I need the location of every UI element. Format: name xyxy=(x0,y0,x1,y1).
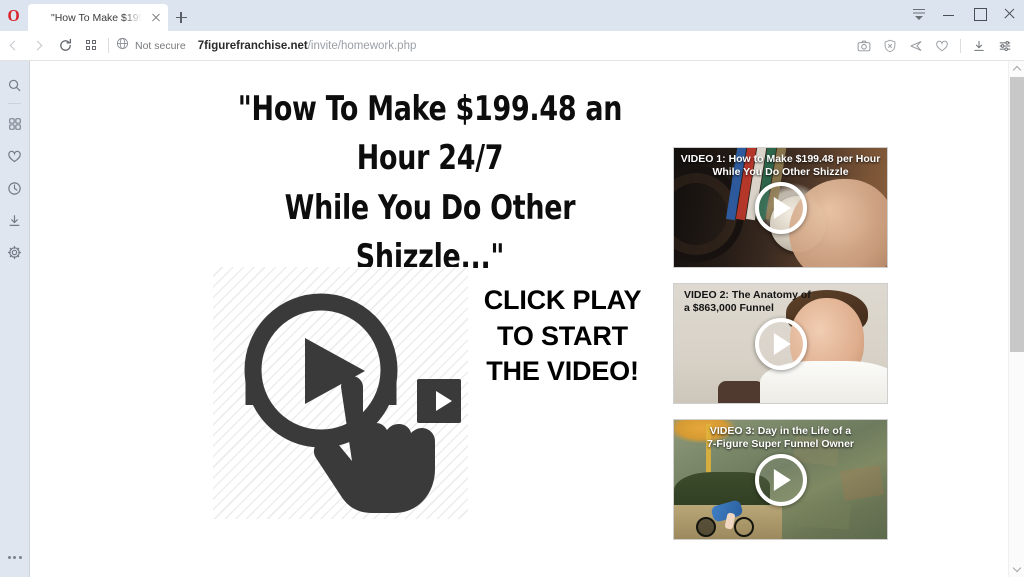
sidebar-item-settings[interactable] xyxy=(0,236,29,268)
flow-send-icon[interactable] xyxy=(903,33,929,59)
url-text: 7figurefranchise.net/invite/homework.php xyxy=(198,40,417,52)
browser-body: "How To Make $199.48 an Hour 24/7 While … xyxy=(0,61,1024,577)
video-1-caption: VIDEO 1: How to Make $199.48 per Hour Wh… xyxy=(680,153,881,179)
sidebar-item-extensions[interactable] xyxy=(0,108,29,140)
maximize-icon[interactable] xyxy=(964,0,994,27)
video-thumbnail-1[interactable]: VIDEO 1: How to Make $199.48 per Hour Wh… xyxy=(673,147,888,268)
toolbar-divider xyxy=(960,38,961,53)
tab-title: "How To Make $199.48 an xyxy=(51,11,143,24)
speed-dial-grid-icon[interactable] xyxy=(78,33,104,59)
browser-tab-active[interactable]: "How To Make $199.48 an xyxy=(28,4,168,31)
cta-click-play-text: CLICK PLAY TO START THE VIDEO! xyxy=(483,285,642,387)
history-clock-icon xyxy=(8,181,21,195)
extensions-grid-icon xyxy=(8,118,21,130)
reload-icon[interactable] xyxy=(52,33,78,59)
forward-arrow-icon[interactable] xyxy=(26,33,52,59)
sidebar-divider xyxy=(8,103,21,104)
download-icon[interactable] xyxy=(966,33,992,59)
sidebar xyxy=(0,61,29,577)
video-2-play-icon[interactable] xyxy=(754,317,807,370)
sidebar-item-downloads[interactable] xyxy=(0,204,29,236)
minimize-icon[interactable] xyxy=(934,0,964,27)
page-scrollbar[interactable] xyxy=(1008,61,1024,577)
address-bar: Not secure 7figurefranchise.net/invite/h… xyxy=(0,31,1024,61)
downloads-icon xyxy=(9,214,20,226)
page-headline: "How To Make $199.48 an Hour 24/7 While … xyxy=(237,89,623,277)
sidebar-item-search[interactable] xyxy=(0,69,29,101)
window-controls xyxy=(904,0,1024,27)
toolbar-icons xyxy=(851,33,1024,59)
globe-icon xyxy=(116,37,129,55)
sidebar-more-dots-icon[interactable] xyxy=(0,556,29,559)
main-menu-icon[interactable] xyxy=(904,0,934,27)
main-video-player-placeholder[interactable] xyxy=(213,267,468,519)
video-3-caption: VIDEO 3: Day in the Life of a 7-Figure S… xyxy=(706,425,854,451)
sidebar-item-bookmarks[interactable] xyxy=(0,140,29,172)
page-viewport: "How To Make $199.48 an Hour 24/7 While … xyxy=(29,61,1024,577)
heart-icon[interactable] xyxy=(929,33,955,59)
opera-logo-glyph: O xyxy=(7,6,21,25)
security-status-label: Not secure xyxy=(135,39,186,52)
toolbar-divider xyxy=(108,38,109,53)
camera-icon[interactable] xyxy=(851,33,877,59)
page-content: "How To Make $199.48 an Hour 24/7 While … xyxy=(30,61,1008,577)
hand-pointing-play-button-icon xyxy=(213,267,468,519)
page-icon xyxy=(35,11,46,24)
easy-setup-sliders-icon[interactable] xyxy=(992,33,1018,59)
url-field[interactable]: Not secure 7figurefranchise.net/invite/h… xyxy=(116,37,851,55)
settings-gear-icon xyxy=(7,245,22,259)
tab-close-icon[interactable] xyxy=(148,10,164,26)
video-1-play-icon[interactable] xyxy=(754,181,807,234)
sidebar-item-history[interactable] xyxy=(0,172,29,204)
scroll-down-arrow-icon[interactable] xyxy=(1009,561,1024,577)
scrollbar-thumb[interactable] xyxy=(1010,77,1024,352)
url-host: 7figurefranchise.net xyxy=(197,39,308,52)
back-arrow-icon[interactable] xyxy=(0,33,26,59)
video-3-play-icon[interactable] xyxy=(754,453,807,506)
web-page: "How To Make $199.48 an Hour 24/7 While … xyxy=(30,61,1008,577)
heart-icon xyxy=(8,150,21,162)
search-icon xyxy=(8,79,21,91)
video-thumbnail-3[interactable]: VIDEO 3: Day in the Life of a 7-Figure S… xyxy=(673,419,888,540)
scroll-up-arrow-icon[interactable] xyxy=(1009,61,1024,77)
adblock-shield-icon[interactable] xyxy=(877,33,903,59)
opera-logo[interactable]: O xyxy=(0,0,28,31)
video-2-caption: VIDEO 2: The Anatomy of a $863,000 Funne… xyxy=(684,289,811,315)
video-thumbnail-2[interactable]: VIDEO 2: The Anatomy of a $863,000 Funne… xyxy=(673,283,888,404)
window-close-icon[interactable] xyxy=(994,0,1024,27)
url-path: /invite/homework.php xyxy=(307,39,417,52)
new-tab-button[interactable] xyxy=(168,4,194,31)
browser-window: O "How To Make $199.48 an xyxy=(0,0,1024,577)
tab-bar: O "How To Make $199.48 an xyxy=(0,0,1024,31)
